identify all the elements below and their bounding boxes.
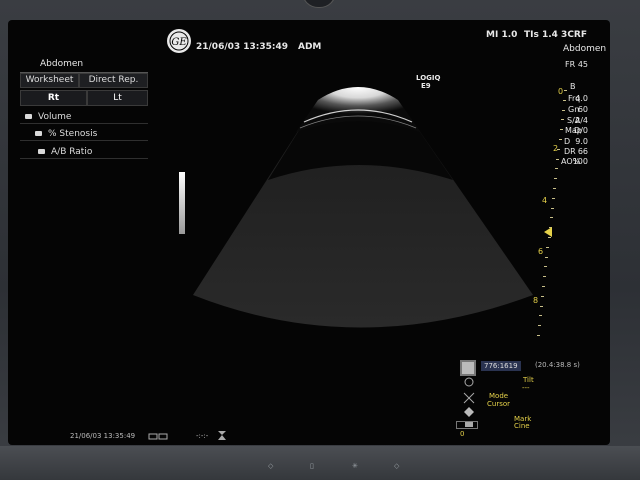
- footer-datetime: 21/06/03 13:35:49: [70, 432, 136, 440]
- tab-direct-report[interactable]: Direct Rep.: [79, 73, 148, 88]
- depth-label-4: 4: [542, 196, 548, 205]
- depth-tick: [557, 148, 561, 150]
- fr-label: FR: [565, 60, 576, 69]
- tilt-value: ---: [522, 384, 530, 392]
- cine-coords: (20.4:38.8 s): [535, 361, 580, 369]
- param-map-value: D/0: [574, 126, 588, 135]
- ultrasound-screen: GE 21/06/03 13:35:49 ADM MI 1.0 TIs 1.4 …: [8, 20, 610, 445]
- bezel-button-3[interactable]: ✳: [352, 462, 358, 470]
- bezel-bottom: [0, 446, 640, 480]
- param-d-value: 9.0: [575, 137, 588, 146]
- fr-value: 45: [577, 60, 588, 69]
- bezel-button-4[interactable]: ◇: [394, 462, 399, 470]
- folder-icon: [35, 131, 42, 136]
- header-tis: TIs 1.4 3CRF: [524, 30, 587, 40]
- header-mi: MI 1.0: [486, 30, 518, 40]
- depth-tick: [543, 276, 547, 278]
- footer-separator: -:-:-: [196, 432, 209, 440]
- depth-tick: [536, 335, 540, 336]
- svg-text:GE: GE: [171, 37, 187, 48]
- header-operator: ADM: [298, 42, 322, 52]
- tilt-label: Tilt: [523, 376, 534, 384]
- param-dr-label: DR: [564, 147, 576, 156]
- param-d-label: D: [564, 137, 571, 146]
- depth-tick: [547, 237, 551, 238]
- depth-tick: [539, 305, 543, 307]
- param-mode: B: [570, 82, 576, 91]
- probe-label-line2: E9: [421, 82, 431, 90]
- param-ao-value: 100: [572, 157, 588, 166]
- depth-tick: [558, 139, 562, 140]
- depth-label-0: 0: [558, 87, 564, 96]
- depth-tick: [551, 197, 555, 199]
- mark-cine-line2[interactable]: Cine: [514, 423, 530, 430]
- depth-tick: [554, 178, 558, 180]
- depth-tick: [564, 90, 567, 91]
- depth-tick: [559, 129, 563, 131]
- header-preset: Abdomen: [563, 44, 607, 54]
- folder-stenosis[interactable]: % Stenosis: [20, 126, 148, 141]
- bezel-button-1[interactable]: ◇: [268, 462, 273, 470]
- focus-marker-icon[interactable]: [544, 227, 552, 237]
- mode-cursor-line2[interactable]: Cursor: [487, 401, 510, 408]
- depth-label-6: 6: [538, 247, 544, 256]
- folder-volume[interactable]: Volume: [20, 109, 148, 124]
- param-frq-value: 4.0: [575, 94, 588, 103]
- folder-ab-ratio[interactable]: A/B Ratio: [20, 144, 148, 159]
- depth-tick: [561, 109, 565, 111]
- depth-tick: [546, 246, 550, 248]
- depth-label-8: 8: [533, 296, 539, 305]
- printer-icon: [148, 433, 168, 440]
- depth-tick: [542, 286, 545, 287]
- cine-boxes: [456, 421, 478, 429]
- depth-tick: [545, 256, 549, 258]
- hourglass-icon: [218, 431, 226, 440]
- depth-tick: [538, 315, 542, 317]
- cine-zero: 0: [460, 430, 465, 438]
- depth-tick: [537, 325, 541, 327]
- folder-icon: [25, 114, 32, 119]
- bezel-button-2[interactable]: ▯: [310, 462, 314, 470]
- ultrasound-sector: [193, 87, 533, 328]
- depth-tick: [560, 119, 564, 121]
- probe-label-line1: LOGIQ: [416, 74, 441, 82]
- param-sa-value: 2/4: [575, 116, 588, 125]
- menu-title[interactable]: Abdomen: [20, 58, 148, 73]
- param-gn-value: 60: [577, 105, 588, 114]
- param-dr-value: 66: [577, 147, 588, 156]
- thumbnail-icon[interactable]: [460, 360, 476, 376]
- depth-tick: [544, 266, 548, 268]
- tab-worksheet[interactable]: Worksheet: [20, 73, 79, 88]
- ge-logo-icon: GE: [167, 29, 191, 53]
- depth-tick: [556, 158, 560, 160]
- depth-tick: [540, 295, 544, 297]
- depth-tick: [550, 207, 554, 209]
- folder-icon: [38, 149, 45, 154]
- cine-counter: 776:1619: [481, 361, 521, 371]
- depth-tick: [562, 99, 566, 101]
- mode-cursor-line1[interactable]: Mode: [489, 393, 508, 400]
- depth-tick: [549, 217, 553, 219]
- side-rt-button[interactable]: Rt: [20, 90, 87, 106]
- side-lt-button[interactable]: Lt: [87, 90, 148, 106]
- depth-tick: [553, 188, 556, 189]
- gray-scale-bar: [179, 172, 185, 234]
- depth-tick: [555, 168, 559, 170]
- header-datetime: 21/06/03 13:35:49: [196, 42, 289, 52]
